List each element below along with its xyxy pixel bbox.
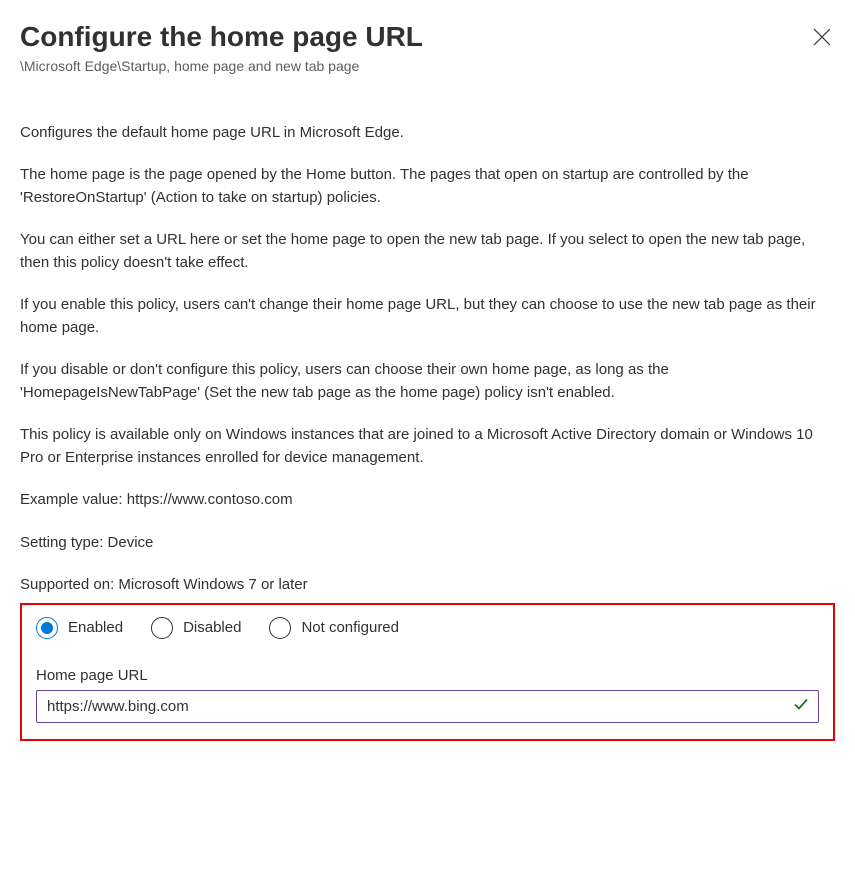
description-text: Configures the default home page URL in … xyxy=(20,122,835,145)
description-block: Configures the default home page URL in … xyxy=(20,122,835,597)
radio-label: Enabled xyxy=(68,619,123,636)
close-icon xyxy=(813,34,831,49)
homepage-url-label: Home page URL xyxy=(36,667,819,684)
state-radio-group: Enabled Disabled Not configured xyxy=(36,617,819,639)
description-text: You can either set a URL here or set the… xyxy=(20,229,835,274)
page-title: Configure the home page URL xyxy=(20,20,423,54)
settings-panel: Enabled Disabled Not configured Home pag… xyxy=(20,603,835,741)
radio-dot-icon xyxy=(41,622,53,634)
homepage-url-input-wrap xyxy=(36,690,819,723)
description-text: This policy is available only on Windows… xyxy=(20,424,835,469)
radio-icon xyxy=(269,617,291,639)
homepage-url-input[interactable] xyxy=(36,690,819,723)
breadcrumb: \Microsoft Edge\Startup, home page and n… xyxy=(20,58,835,74)
setting-type: Setting type: Device xyxy=(20,532,835,555)
supported-on: Supported on: Microsoft Windows 7 or lat… xyxy=(20,574,835,597)
description-text: If you disable or don't configure this p… xyxy=(20,359,835,404)
radio-enabled[interactable]: Enabled xyxy=(36,617,123,639)
description-text: The home page is the page opened by the … xyxy=(20,164,835,209)
radio-label: Not configured xyxy=(301,619,399,636)
radio-icon xyxy=(36,617,58,639)
description-text: If you enable this policy, users can't c… xyxy=(20,294,835,339)
radio-not-configured[interactable]: Not configured xyxy=(269,617,399,639)
close-button[interactable] xyxy=(809,24,835,53)
radio-icon xyxy=(151,617,173,639)
radio-label: Disabled xyxy=(183,619,241,636)
example-value: Example value: https://www.contoso.com xyxy=(20,489,835,512)
radio-disabled[interactable]: Disabled xyxy=(151,617,241,639)
